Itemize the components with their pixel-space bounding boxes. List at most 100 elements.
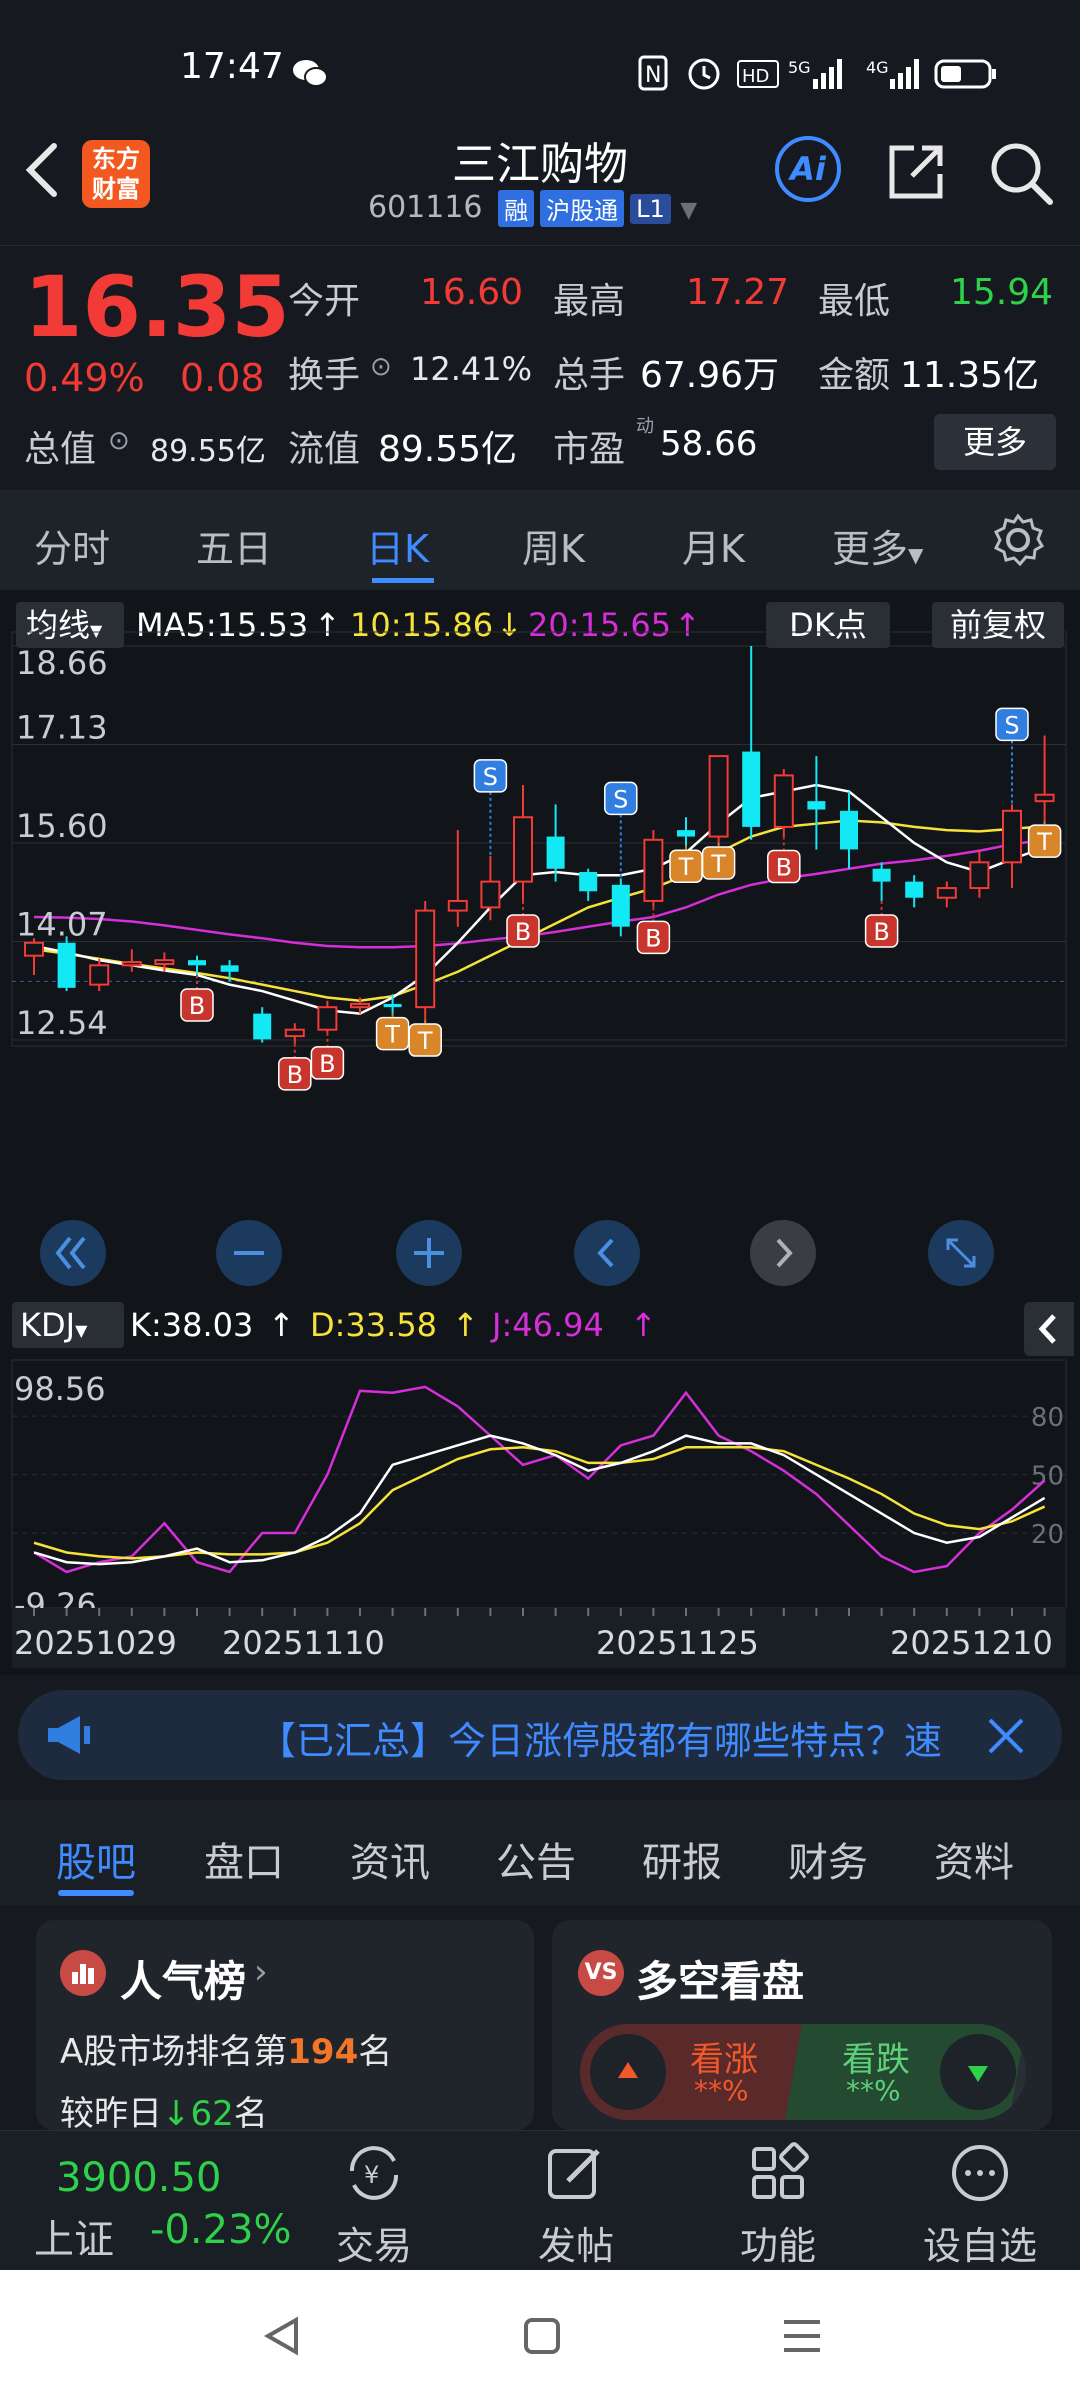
vote-down-button[interactable] xyxy=(940,2034,1016,2110)
kdj-j-legend: J:46.94 xyxy=(492,1306,604,1344)
nav-post[interactable]: 发帖 xyxy=(516,2141,636,2270)
candle-down xyxy=(840,810,858,850)
candle-up xyxy=(284,1028,305,1038)
j-arrow-icon: ↑ xyxy=(630,1306,657,1344)
collapse-panel-button[interactable] xyxy=(1024,1302,1074,1356)
nav-functions[interactable]: 功能 xyxy=(718,2141,838,2270)
volume-value: 67.96万 xyxy=(640,355,780,396)
index-change: -0.23% xyxy=(150,2207,292,2253)
ai-button[interactable]: Ai xyxy=(775,136,841,202)
candle-up xyxy=(1034,793,1055,803)
candle-down xyxy=(57,942,76,988)
search-icon[interactable] xyxy=(988,140,1054,206)
candle-up xyxy=(480,880,501,909)
chevron-right-icon[interactable]: › xyxy=(254,1952,268,1992)
ai-label: Ai xyxy=(790,150,826,188)
candle-up xyxy=(773,774,794,828)
more-button[interactable]: 更多 xyxy=(934,414,1056,470)
signal-letter: T xyxy=(1036,828,1052,856)
tab-announcements[interactable]: 公告 xyxy=(496,1830,576,1888)
vote-up-button[interactable] xyxy=(590,2034,666,2110)
double-left-icon xyxy=(55,1236,86,1270)
signal-letter: T xyxy=(384,1021,400,1049)
tab-intraday[interactable]: 分时 xyxy=(34,518,110,573)
nav-watchlist[interactable]: 设自选 xyxy=(920,2141,1040,2270)
svg-text:HD: HD xyxy=(742,66,769,87)
zoom-in-button[interactable] xyxy=(396,1220,462,1286)
tab-monthly-k[interactable]: 月K xyxy=(682,518,745,573)
close-icon[interactable] xyxy=(984,1714,1028,1758)
svg-text:¥: ¥ xyxy=(364,2161,379,2189)
popularity-card[interactable]: 人气榜 › A股市场排名第194名 较昨日↓62名 xyxy=(36,1920,534,2134)
previous-button[interactable] xyxy=(574,1220,640,1286)
triangle-down-icon xyxy=(968,2066,988,2082)
tab-orderbook[interactable]: 盘口 xyxy=(204,1830,284,1888)
system-home-icon[interactable] xyxy=(522,2314,562,2358)
tab-more[interactable]: 更多▼ xyxy=(832,518,923,573)
tab-five-day[interactable]: 五日 xyxy=(196,518,272,573)
amount-label: 金额 xyxy=(818,355,891,396)
tab-profile[interactable]: 资料 xyxy=(934,1830,1014,1888)
bull-bear-card[interactable]: VS 多空看盘 看涨 **% 看跌 **% xyxy=(552,1920,1052,2130)
candle-up xyxy=(513,816,533,883)
price-axis-label: 14.07 xyxy=(16,906,108,944)
last-price: 16.35 xyxy=(24,258,290,356)
nav-post-label: 发帖 xyxy=(537,2224,614,2268)
rank-value: 194 xyxy=(287,2032,359,2072)
tab-weekly-k[interactable]: 周K xyxy=(522,518,585,573)
float-label: 流值 xyxy=(288,429,361,470)
system-back-icon[interactable] xyxy=(262,2314,302,2358)
change-amount: 0.08 xyxy=(180,356,265,400)
candle-down xyxy=(677,830,695,837)
tab-research[interactable]: 研报 xyxy=(642,1830,722,1888)
system-menu-icon[interactable] xyxy=(780,2314,824,2358)
next-button[interactable] xyxy=(750,1220,816,1286)
chevron-right-icon xyxy=(776,1238,793,1268)
kdj-right-label: 80 xyxy=(1031,1403,1064,1433)
signal-letter: B xyxy=(287,1061,303,1089)
tab-daily-k[interactable]: 日K xyxy=(366,518,429,573)
tab-more-label: 更多 xyxy=(832,527,909,571)
kline-chart[interactable]: BB BT TSBSBT T BBST 18.6617.1315.6014.0712.5… xyxy=(0,590,1080,1675)
share-icon[interactable] xyxy=(886,140,948,202)
tab-forum[interactable]: 股吧 xyxy=(56,1830,136,1888)
kdj-panel-frame xyxy=(11,1359,1067,1609)
date-label: 20251029 xyxy=(14,1624,177,1662)
fullscreen-button[interactable] xyxy=(928,1220,994,1286)
settings-gear-icon[interactable] xyxy=(990,512,1046,568)
mktcap-value: 89.55亿 xyxy=(150,434,266,469)
caret-down-icon[interactable]: ▼ xyxy=(680,198,697,223)
banner-text[interactable]: 【已汇总】今日涨停股都有哪些特点？速 xyxy=(258,1710,988,1765)
nav-trade[interactable]: ¥ 交易 xyxy=(314,2141,434,2270)
signal-letter: S xyxy=(483,763,498,791)
candle-down xyxy=(188,960,206,966)
tab-news[interactable]: 资讯 xyxy=(350,1830,430,1888)
open-label: 今开 xyxy=(288,281,361,322)
open-value: 16.60 xyxy=(420,272,524,313)
wechat-icon xyxy=(293,60,328,87)
scroll-start-button[interactable] xyxy=(40,1220,106,1286)
news-banner[interactable]: 【已汇总】今日涨停股都有哪些特点？速 xyxy=(18,1690,1062,1780)
info-icon[interactable]: ⊙ xyxy=(370,352,392,382)
index-ticker[interactable]: 3900.50 上证 -0.23% xyxy=(0,2131,292,2271)
index-name: 上证 xyxy=(34,2217,114,2263)
candle-down xyxy=(611,884,630,927)
plus-icon xyxy=(414,1238,444,1268)
signal-letter: S xyxy=(613,785,628,813)
kdj-selector[interactable]: KDJ▼ xyxy=(12,1302,124,1348)
rank-change-line: 较昨日↓62名 xyxy=(60,2086,268,2135)
vs-icon: VS xyxy=(578,1950,624,1996)
bottom-nav: 3900.50 上证 -0.23% ¥ 交易 发帖 功能 设自选 xyxy=(0,2130,1080,2271)
caret-icon: ▼ xyxy=(908,543,924,567)
info-icon-2[interactable]: ⊙ xyxy=(108,426,130,456)
zoom-out-button[interactable] xyxy=(216,1220,282,1286)
signal-letter: T xyxy=(417,1027,433,1055)
turnover-label: 换手 xyxy=(288,355,361,396)
megaphone-icon xyxy=(48,1716,90,1754)
high-value: 17.27 xyxy=(686,272,790,313)
arrow-down-icon: ↓ xyxy=(162,2094,191,2134)
candle-down xyxy=(579,871,598,892)
tab-financials[interactable]: 财务 xyxy=(788,1830,868,1888)
kline-chart-area[interactable]: 均线▼ MA5:15.53 ↑ 10:15.86 ↓ 20:15.65 ↑ DK… xyxy=(0,590,1080,1675)
minus-icon xyxy=(234,1251,264,1255)
